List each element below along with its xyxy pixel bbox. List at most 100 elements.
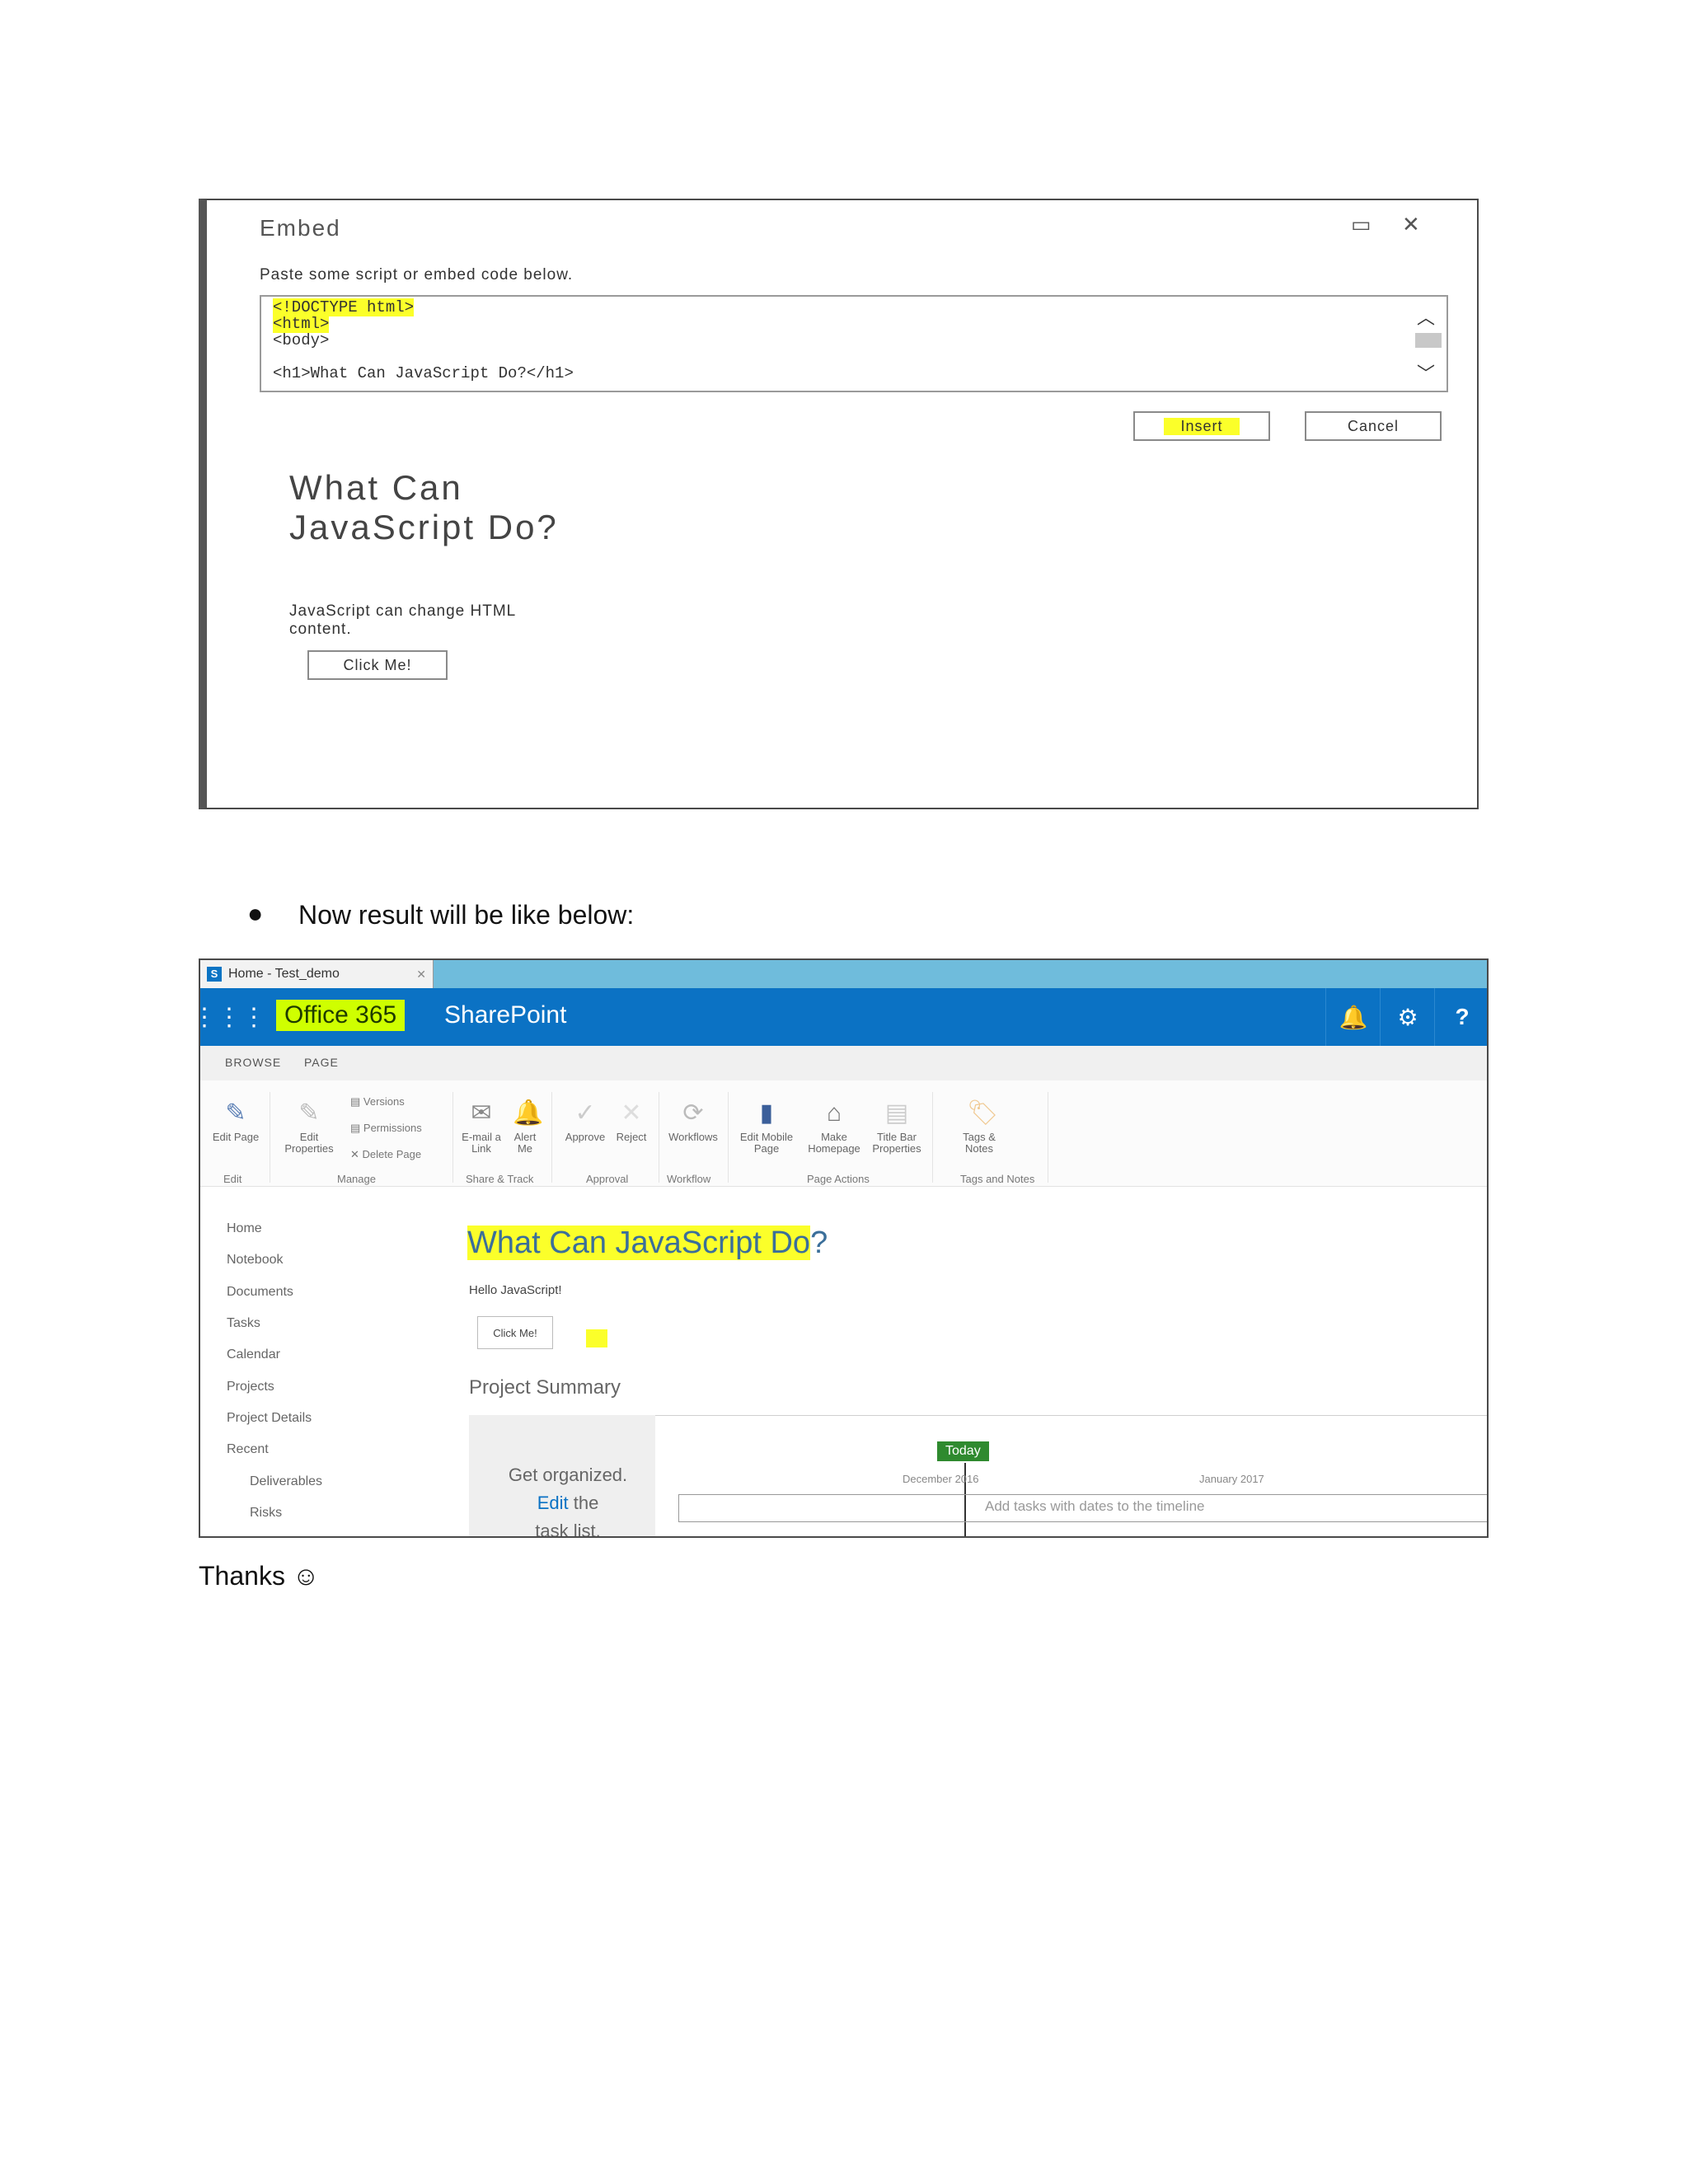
ribbon-separator <box>728 1092 729 1183</box>
scroll-thumb[interactable] <box>1415 333 1442 348</box>
close-tab-icon[interactable]: ✕ <box>416 968 426 982</box>
nav-documents[interactable]: Documents <box>227 1285 293 1300</box>
ribbon-separator <box>551 1092 552 1183</box>
page-title-rest: ? <box>810 1226 828 1260</box>
versions-label: Versions <box>363 1095 405 1108</box>
ribbon-separator <box>452 1092 453 1183</box>
mobile-page-icon: ▮ <box>759 1099 774 1127</box>
permissions-label: Permissions <box>363 1122 422 1134</box>
get-organized-label: Get organized. <box>508 1465 628 1485</box>
alert-me-button[interactable]: 🔔 Alert Me <box>507 1099 543 1155</box>
click-me-label: Click Me! <box>493 1326 537 1339</box>
app-launcher-icon[interactable]: ⋮⋮⋮ <box>200 988 266 1046</box>
nav-projects[interactable]: Projects <box>227 1380 274 1394</box>
edit-properties-icon: ✎ <box>298 1099 320 1127</box>
maximize-icon[interactable]: ▭ <box>1351 212 1372 237</box>
tab-page[interactable]: PAGE <box>304 1056 339 1069</box>
help-icon[interactable]: ? <box>1434 988 1487 1046</box>
make-homepage-button[interactable]: ⌂ Make Homepage <box>802 1099 866 1155</box>
dialog-title: Embed <box>260 215 341 241</box>
delete-page-label: Delete Page <box>362 1148 422 1160</box>
get-organized-text: Get organized. Edit the task list. <box>485 1461 650 1538</box>
task-list-text: task list. <box>535 1521 601 1538</box>
edit-properties-label: Edit Properties <box>284 1131 334 1155</box>
scroll-down-icon[interactable]: ﹀ <box>1417 359 1435 386</box>
browser-tab[interactable]: S Home - Test_demo ✕ <box>200 960 434 988</box>
nav-risks[interactable]: Risks <box>250 1506 282 1521</box>
reject-button[interactable]: ✕ Reject <box>611 1099 652 1143</box>
timeline-january-label: January 2017 <box>1199 1473 1264 1485</box>
bullet-text: Now result will be like below: <box>298 900 635 930</box>
email-link-label: E-mail a Link <box>462 1131 501 1155</box>
sharepoint-screenshot: S Home - Test_demo ✕ ⋮⋮⋮ Office 365 Shar… <box>199 958 1489 1538</box>
approve-label: Approve <box>565 1131 606 1143</box>
reject-icon: ✕ <box>621 1099 642 1127</box>
title-bar-properties-button[interactable]: ▤ Title Bar Properties <box>866 1099 927 1155</box>
versions-button[interactable]: ▤ Versions <box>350 1095 405 1108</box>
tags-notes-button[interactable]: 🏷 Tags & Notes <box>952 1099 1006 1155</box>
make-homepage-label: Make Homepage <box>808 1131 860 1155</box>
edit-rest-text: the <box>568 1493 599 1513</box>
preview-heading: What Can JavaScript Do? <box>289 468 559 546</box>
bullet-icon: ● <box>247 898 264 928</box>
delete-page-button[interactable]: ✕ Delete Page <box>350 1148 421 1161</box>
embed-code-textarea[interactable]: <!DOCTYPE html> <html> <body> <h1>What C… <box>260 295 1448 392</box>
sharepoint-icon: S <box>207 967 222 982</box>
cancel-label: Cancel <box>1347 417 1400 434</box>
close-icon[interactable]: ✕ <box>1402 212 1420 237</box>
ribbon-tabs <box>200 1046 1487 1081</box>
code-line: <h1>What Can JavaScript Do?</h1> <box>273 364 574 382</box>
gear-icon[interactable]: ⚙ <box>1380 988 1435 1046</box>
hello-text: Hello JavaScript! <box>469 1283 562 1297</box>
nav-calendar[interactable]: Calendar <box>227 1347 280 1362</box>
office365-link[interactable]: Office 365 <box>276 1000 406 1031</box>
click-me-button[interactable]: Click Me! <box>477 1316 553 1349</box>
project-summary-heading: Project Summary <box>469 1376 621 1399</box>
sharepoint-link[interactable]: SharePoint <box>444 1001 566 1029</box>
workflows-button[interactable]: ⟳ Workflows <box>662 1099 724 1143</box>
scroll-up-icon[interactable]: ︿ <box>1417 303 1435 330</box>
nav-tasks[interactable]: Tasks <box>227 1316 260 1331</box>
tab-browse[interactable]: BROWSE <box>225 1056 281 1069</box>
permissions-button[interactable]: ▤ Permissions <box>350 1122 422 1135</box>
edit-properties-button[interactable]: ✎ Edit Properties <box>276 1099 342 1155</box>
edit-page-label: Edit Page <box>212 1131 260 1143</box>
reject-label: Reject <box>616 1131 647 1143</box>
edit-task-list-link[interactable]: Edit <box>537 1493 569 1513</box>
today-marker: Today <box>937 1441 989 1461</box>
title-bar-label: Title Bar Properties <box>872 1131 921 1155</box>
group-page-actions: Page Actions <box>807 1173 870 1185</box>
page-title-highlight: What Can JavaScript Do <box>467 1226 811 1260</box>
approve-button[interactable]: ✓ Approve <box>560 1099 611 1143</box>
textarea-scrollbar[interactable]: ︿ ﹀ <box>1414 303 1442 386</box>
edit-mobile-label: Edit Mobile Page <box>739 1131 794 1155</box>
ribbon-separator <box>932 1092 933 1183</box>
cancel-button[interactable]: Cancel <box>1305 411 1442 441</box>
timeline-placeholder: Add tasks with dates to the timeline <box>985 1498 1205 1514</box>
preview-click-button[interactable]: Click Me! <box>307 650 448 680</box>
email-link-button[interactable]: ✉ E-mail a Link <box>457 1099 505 1155</box>
alert-me-label: Alert Me <box>513 1131 537 1155</box>
nav-home[interactable]: Home <box>227 1221 262 1236</box>
nav-deliverables[interactable]: Deliverables <box>250 1474 322 1489</box>
preview-text: JavaScript can change HTML content. <box>289 602 516 638</box>
nav-notebook[interactable]: Notebook <box>227 1253 284 1268</box>
tags-notes-label: Tags & Notes <box>963 1131 996 1155</box>
edit-page-icon: ✎ <box>225 1099 246 1127</box>
group-tags-notes: Tags and Notes <box>960 1173 1035 1185</box>
browser-tab-title: Home - Test_demo <box>228 967 340 981</box>
group-share-track: Share & Track <box>466 1173 534 1185</box>
nav-recent[interactable]: Recent <box>227 1442 269 1457</box>
preview-click-label: Click Me! <box>343 656 412 673</box>
code-line: <html> <box>273 315 330 333</box>
group-workflow: Workflow <box>667 1173 711 1185</box>
edit-mobile-page-button[interactable]: ▮ Edit Mobile Page <box>731 1099 802 1155</box>
tags-icon: 🏷 <box>967 1099 999 1127</box>
insert-button[interactable]: Insert <box>1133 411 1270 441</box>
group-edit: Edit <box>223 1173 242 1185</box>
edit-page-button[interactable]: ✎ Edit Page <box>207 1099 265 1143</box>
bell-icon[interactable]: 🔔 <box>1325 988 1381 1046</box>
group-approval: Approval <box>586 1173 629 1185</box>
nav-project-details[interactable]: Project Details <box>227 1411 312 1426</box>
thanks-text: Thanks ☺ <box>199 1561 320 1591</box>
